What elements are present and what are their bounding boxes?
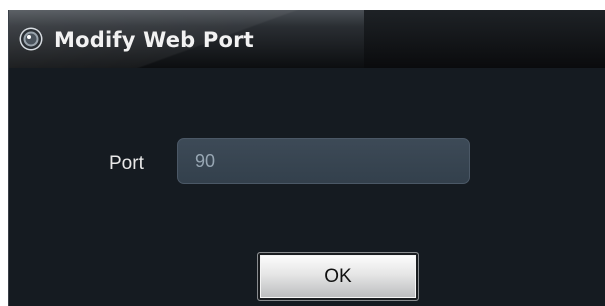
dialog-titlebar: Modify Web Port	[9, 10, 605, 68]
titlebar-dark-band	[364, 10, 605, 68]
modify-web-port-dialog: Modify Web Port Port OK	[8, 10, 605, 306]
port-label: Port	[109, 153, 144, 174]
camera-lens-icon	[19, 27, 43, 51]
ok-button[interactable]: OK	[257, 252, 419, 301]
dialog-body: Port OK	[9, 68, 605, 306]
port-input[interactable]	[177, 138, 470, 184]
dialog-title: Modify Web Port	[54, 28, 254, 52]
